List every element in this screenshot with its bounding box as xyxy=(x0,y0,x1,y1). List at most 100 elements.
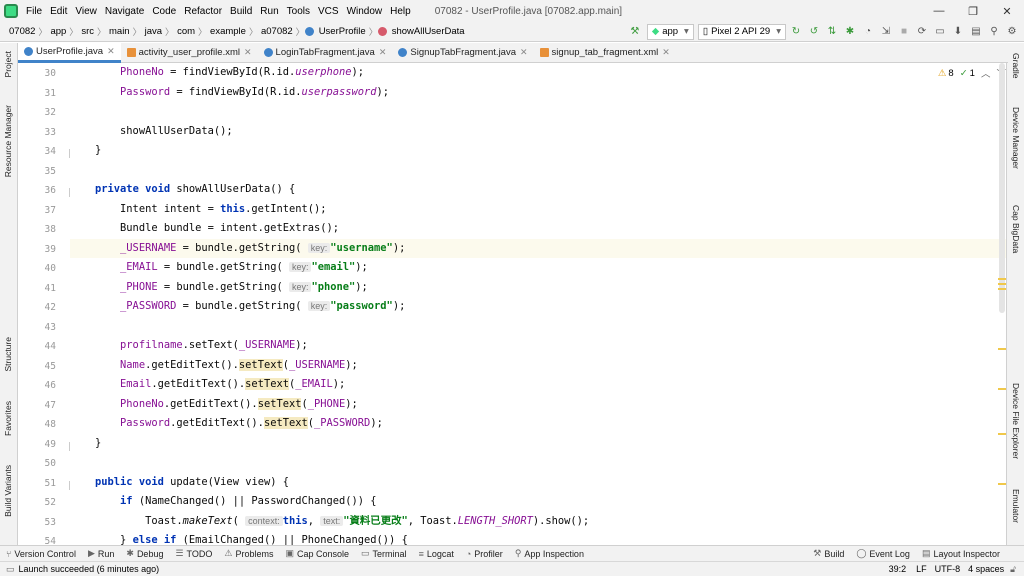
tool-layout-inspector[interactable]: ▤ Layout Inspector xyxy=(916,548,1006,559)
close-tab-icon[interactable]: ✕ xyxy=(107,46,115,57)
menu-help[interactable]: Help xyxy=(386,6,415,17)
inspection-widget[interactable]: ⚠ 8 ✓ 1 ︿ ﹀ xyxy=(938,66,1006,81)
line-separator[interactable]: LF xyxy=(916,564,927,574)
breadcrumb-method[interactable]: showAllUserData xyxy=(389,26,468,37)
line-number: 36 xyxy=(44,185,56,196)
error-stripe-marker[interactable] xyxy=(998,483,1006,485)
profile-icon[interactable]: ◔ xyxy=(860,24,876,40)
tab-userprofile-java[interactable]: UserProfile.java ✕ xyxy=(18,42,121,63)
tool-structure[interactable]: Structure xyxy=(3,337,13,372)
breadcrumb-example[interactable]: example xyxy=(207,26,249,37)
close-tab-icon[interactable]: ✕ xyxy=(520,47,528,58)
tool-logcat[interactable]: ≡ Logcat xyxy=(413,549,460,559)
run-icon[interactable]: ↻ xyxy=(788,24,804,40)
status-bar: ▭ Launch succeeded (6 minutes ago) 39:2 … xyxy=(0,561,1024,576)
code-editor[interactable]: PhoneNo = findViewById(R.id.userphone); … xyxy=(70,63,1006,545)
status-message[interactable]: Launch succeeded (6 minutes ago) xyxy=(19,564,160,574)
menu-build[interactable]: Build xyxy=(226,6,256,17)
menu-window[interactable]: Window xyxy=(343,6,387,17)
breadcrumb-src[interactable]: src xyxy=(78,26,97,37)
tool-profiler[interactable]: ◔ Profiler xyxy=(460,549,509,559)
tool-device-file-explorer[interactable]: Device File Explorer xyxy=(1011,383,1021,459)
tool-project[interactable]: Project xyxy=(3,51,13,77)
lock-icon[interactable]: 🔓︎ xyxy=(1010,564,1016,575)
chevron-up-icon[interactable]: ︿ xyxy=(981,66,991,80)
menu-tools[interactable]: Tools xyxy=(283,6,314,17)
editor-scrollbar[interactable] xyxy=(998,63,1006,545)
close-icon[interactable]: ✕ xyxy=(990,0,1024,22)
close-tab-icon[interactable]: ✕ xyxy=(379,47,387,58)
tool-gradle[interactable]: Gradle xyxy=(1011,53,1021,79)
apply-changes-icon[interactable]: ↺ xyxy=(806,24,822,40)
sdk-manager-icon[interactable]: ⬇ xyxy=(950,24,966,40)
navigation-bar: 07082 〉 app 〉 src 〉 main 〉 java 〉 com 〉 exampl… xyxy=(0,22,1024,42)
tool-build[interactable]: ⚒ Build xyxy=(807,548,850,559)
error-stripe-marker[interactable] xyxy=(998,388,1006,390)
tool-problems[interactable]: ⚠ Problems xyxy=(218,548,279,559)
device-manager-icon[interactable]: ▭ xyxy=(932,24,948,40)
tool-resource-manager[interactable]: Resource Manager xyxy=(3,105,13,177)
breadcrumb-java[interactable]: java xyxy=(142,26,165,37)
tool-app-inspection[interactable]: ⚲ App Inspection xyxy=(509,548,590,559)
breadcrumb-app[interactable]: app xyxy=(47,26,69,37)
breadcrumb-com[interactable]: com xyxy=(174,26,198,37)
code-line: Toast.makeText( context: this, text: "資料已更… xyxy=(70,514,590,527)
search-icon[interactable]: ⚲ xyxy=(986,24,1002,40)
tool-device-manager[interactable]: Device Manager xyxy=(1011,107,1021,169)
tab-activity-user-profile-xml[interactable]: activity_user_profile.xml ✕ xyxy=(121,43,258,63)
stop-icon[interactable]: ■ xyxy=(896,24,912,40)
menu-file[interactable]: File xyxy=(22,6,46,17)
tool-cap-console[interactable]: ▣ Cap Console xyxy=(279,548,355,559)
settings-icon[interactable]: ⚙ xyxy=(1004,24,1020,40)
status-window-icon[interactable]: ▭ xyxy=(6,564,15,575)
breadcrumb-project[interactable]: 07082 xyxy=(6,26,38,37)
error-stripe-marker[interactable] xyxy=(998,278,1006,280)
tool-version-control[interactable]: ⑂ Version Control xyxy=(0,549,82,559)
breadcrumb-class[interactable]: UserProfile xyxy=(316,26,369,37)
tool-cap-bigdata[interactable]: Cap BigData xyxy=(1011,205,1021,253)
error-stripe-marker[interactable] xyxy=(998,348,1006,350)
attach-debugger-icon[interactable]: ⇲ xyxy=(878,24,894,40)
menu-refactor[interactable]: Refactor xyxy=(180,6,226,17)
error-stripe-marker[interactable] xyxy=(998,433,1006,435)
debug-icon[interactable]: ✱ xyxy=(842,24,858,40)
device-select[interactable]: ▯ Pixel 2 API 29 ▾ xyxy=(697,23,786,40)
minimize-icon[interactable]: — xyxy=(922,0,956,22)
tool-debug[interactable]: ✱ Debug xyxy=(120,548,169,559)
layout-inspector-icon[interactable]: ▤ xyxy=(968,24,984,40)
menu-run[interactable]: Run xyxy=(256,6,282,17)
tool-emulator[interactable]: Emulator xyxy=(1011,489,1021,523)
tab-signup-tab-fragment-xml[interactable]: signup_tab_fragment.xml ✕ xyxy=(534,43,676,63)
file-encoding[interactable]: UTF-8 xyxy=(935,564,961,574)
breadcrumb-package[interactable]: a07082 xyxy=(258,26,296,37)
problems-icon: ⚠ xyxy=(224,548,233,558)
menu-view[interactable]: View xyxy=(71,6,101,17)
code-line: private void showAllUserData() { xyxy=(95,183,296,195)
indent-setting[interactable]: 4 spaces xyxy=(968,564,1004,574)
menu-edit[interactable]: Edit xyxy=(46,6,71,17)
tool-favorites[interactable]: Favorites xyxy=(3,401,13,436)
menu-navigate[interactable]: Navigate xyxy=(101,6,148,17)
caret-position[interactable]: 39:2 xyxy=(889,564,907,574)
tool-todo[interactable]: ☰ TODO xyxy=(169,548,218,559)
menu-code[interactable]: Code xyxy=(148,6,180,17)
tool-terminal[interactable]: ▭ Terminal xyxy=(355,548,413,559)
close-tab-icon[interactable]: ✕ xyxy=(244,47,252,58)
breadcrumb-main[interactable]: main xyxy=(106,26,133,37)
close-tab-icon[interactable]: ✕ xyxy=(662,47,670,58)
error-stripe-marker[interactable] xyxy=(998,283,1006,285)
tool-build-variants[interactable]: Build Variants xyxy=(3,465,13,517)
menu-vcs[interactable]: VCS xyxy=(314,6,343,17)
run-config-select[interactable]: ◆ app ▾ xyxy=(646,23,694,40)
tab-signuptabfragment-java[interactable]: SignupTabFragment.java ✕ xyxy=(392,43,533,63)
code-line: Name.getEditText().setText(_USERNAME); xyxy=(120,358,358,371)
hammer-icon[interactable]: ⚒ xyxy=(627,24,643,40)
scrollbar-thumb[interactable] xyxy=(999,63,1005,313)
restore-icon[interactable]: ❐ xyxy=(956,0,990,22)
apply-code-changes-icon[interactable]: ⇅ xyxy=(824,24,840,40)
error-stripe-marker[interactable] xyxy=(998,288,1006,290)
tab-logintabfragment-java[interactable]: LoginTabFragment.java ✕ xyxy=(258,43,393,63)
tool-run[interactable]: ▶ Run xyxy=(82,548,120,559)
sync-gradle-icon[interactable]: ⟳ xyxy=(914,24,930,40)
tool-event-log[interactable]: ◯ Event Log xyxy=(850,548,916,559)
